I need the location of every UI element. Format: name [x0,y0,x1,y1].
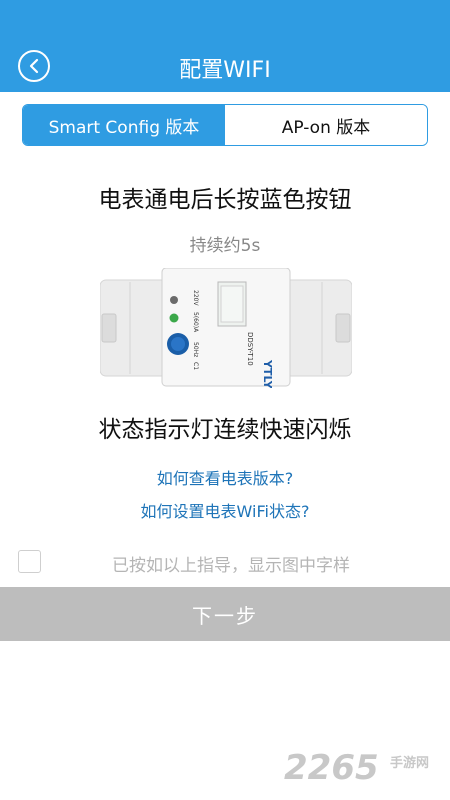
tab-ap-on[interactable]: AP-on 版本 [225,105,427,145]
confirm-label: 已按如以上指导，显示图中字样 [112,556,350,576]
meter-spec-line: 50Hz [192,342,199,357]
watermark-number: 2265 [284,748,379,788]
meter-spec-line: C1 [192,362,199,370]
meter-model-label: DDSY-T10 [246,332,254,366]
instruction-duration: 持续约5s [189,236,261,256]
meter-device-image: YTLY DDSY-T10 220V 5(60)A 50Hz C1 [99,267,353,390]
set-wifi-state-link[interactable]: 如何设置电表WiFi状态? [0,498,450,522]
confirm-checkbox[interactable] [18,550,41,573]
instruction-step2: 状态指示灯连续快速闪烁 [98,417,352,443]
header: 配置WIFI [0,24,450,92]
watermark-text: 手游网 [390,756,430,771]
meter-brand-label: YTLY [261,359,274,388]
status-bar [0,0,450,24]
version-tabs: Smart Config 版本 AP-on 版本 [22,104,428,146]
check-version-link[interactable]: 如何查看电表版本? [0,465,450,489]
confirm-row: 已按如以上指导，显示图中字样 [0,548,450,578]
meter-spec-line: 220V [192,290,199,306]
instruction-step1: 电表通电后长按蓝色按钮 [98,187,352,213]
tab-smart-config[interactable]: Smart Config 版本 [23,105,225,145]
meter-spec-line: 5(60)A [192,312,199,333]
page-title: 配置WIFI [179,58,271,83]
watermark-logo: 2265 手游网 [284,748,444,792]
next-button[interactable]: 下一步 [0,587,450,641]
